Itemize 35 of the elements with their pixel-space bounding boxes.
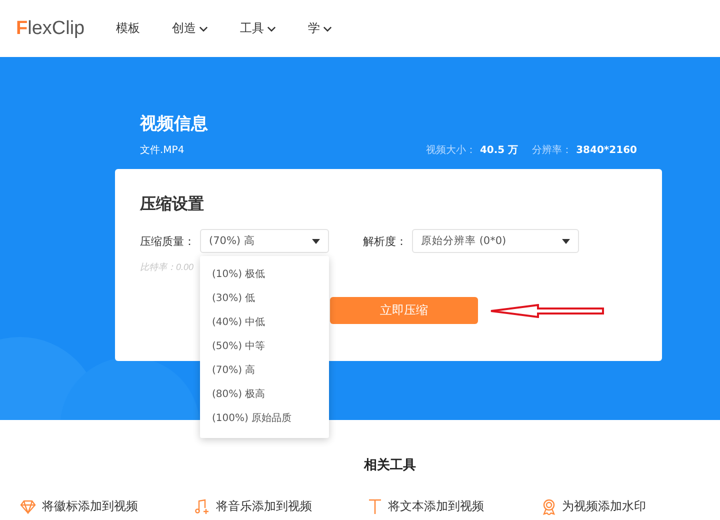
resolution-value: 3840*2160 — [576, 144, 637, 156]
resolution-label: 分辨率： — [532, 144, 572, 157]
tool-link[interactable]: 将徽标添加到视频 — [20, 498, 194, 515]
file-name: 文件.MP4 — [140, 144, 184, 157]
dropdown-option[interactable]: (100%) 原始品质 — [200, 407, 329, 431]
dropdown-arrow-icon — [562, 238, 570, 244]
dropdown-option[interactable]: (10%) 极低 — [200, 263, 329, 287]
dropdown-arrow-icon — [312, 238, 320, 244]
bitrate-text: 比特率：0.00 — [140, 261, 194, 274]
size-value: 40.5 万 — [480, 144, 518, 157]
tool-link[interactable]: 将音乐添加到视频 — [194, 498, 368, 515]
dropdown-option[interactable]: (80%) 极高 — [200, 383, 329, 407]
dropdown-option[interactable]: (30%) 低 — [200, 287, 329, 311]
dropdown-option[interactable]: (40%) 中低 — [200, 311, 329, 335]
section-title: 视频信息 — [140, 113, 209, 135]
music-note-icon — [194, 499, 210, 514]
award-icon — [542, 498, 556, 514]
resolution-select[interactable]: 原始分辨率 (0*0) — [412, 229, 579, 253]
nav-item[interactable]: 模板 — [116, 20, 140, 37]
nav-item[interactable]: 工具 — [240, 20, 276, 37]
quality-label: 压缩质量： — [140, 234, 196, 248]
related-tools-title: 相关工具 — [362, 456, 417, 474]
quality-select[interactable]: (70%) 高 — [200, 229, 329, 253]
nav-item[interactable]: 创造 — [172, 20, 208, 37]
tool-link[interactable]: 为视频添加水印 — [542, 498, 716, 515]
dropdown-option[interactable]: (50%) 中等 — [200, 335, 329, 359]
nav-item[interactable]: 学 — [308, 20, 332, 37]
text-icon — [368, 499, 382, 514]
dropdown-option[interactable]: (70%) 高 — [200, 359, 329, 383]
tool-link[interactable]: 将文本添加到视频 — [368, 498, 542, 515]
diamond-icon — [20, 500, 36, 514]
card-title: 压缩设置 — [140, 194, 205, 215]
logo[interactable]: FlexClip — [16, 18, 116, 40]
resolution-label: 解析度： — [363, 234, 408, 248]
size-label: 视频大小： — [426, 144, 476, 157]
